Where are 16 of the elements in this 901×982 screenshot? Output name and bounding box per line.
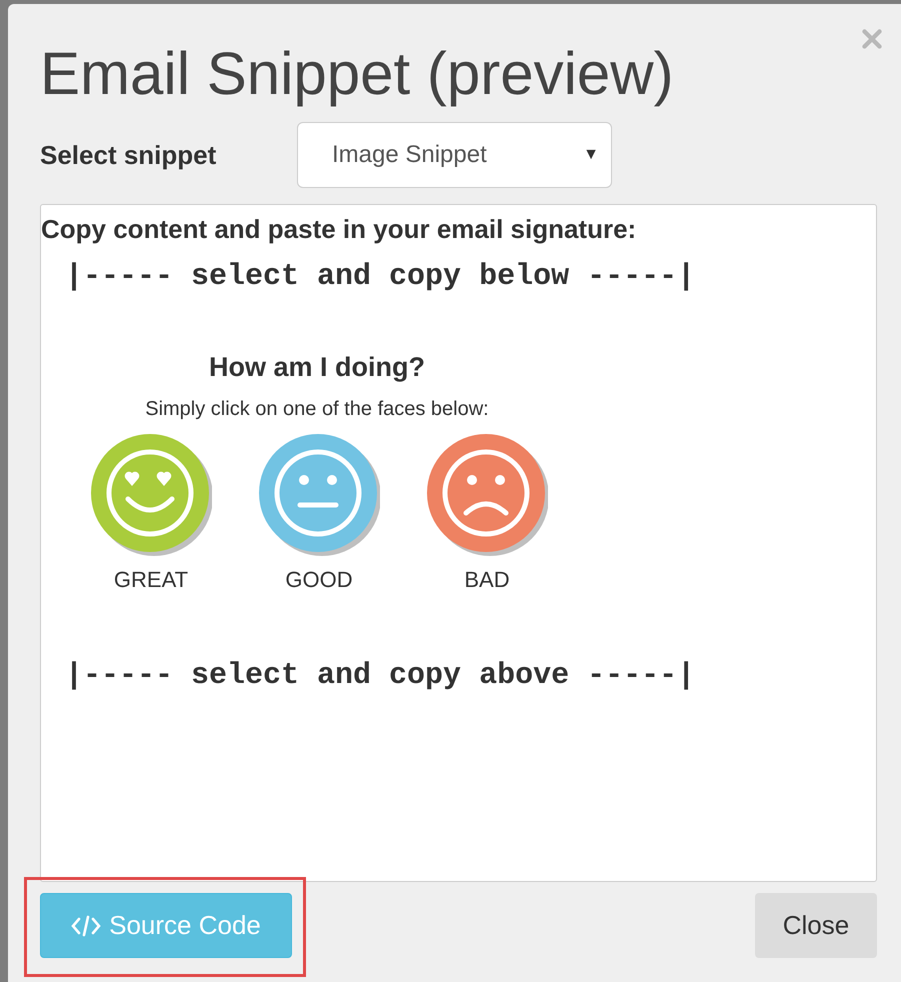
face-label: GOOD bbox=[285, 568, 353, 590]
smiley-face-icon[interactable] bbox=[90, 432, 212, 558]
smiley-face-icon[interactable] bbox=[258, 432, 380, 558]
select-label: Select snippet bbox=[40, 138, 218, 172]
content-heading: Copy content and paste in your email signature: bbox=[41, 213, 638, 246]
close-button[interactable]: Close bbox=[755, 893, 877, 958]
snippet-heading: How am I doing? bbox=[209, 354, 425, 380]
snippet-subheading: Simply click on one of the faces below: bbox=[145, 398, 489, 418]
code-icon bbox=[71, 914, 102, 938]
face-label: GREAT bbox=[114, 568, 188, 590]
dialog-title: Email Snippet (preview) bbox=[40, 39, 674, 109]
snippet-select[interactable]: Image Snippet ▼ bbox=[297, 122, 612, 188]
copy-marker: |----- select and copy below -----| bbox=[64, 262, 696, 292]
face-label: BAD bbox=[464, 568, 510, 590]
copy-marker: |----- select and copy above -----| bbox=[64, 660, 696, 690]
smiley-face-icon[interactable] bbox=[426, 432, 548, 558]
